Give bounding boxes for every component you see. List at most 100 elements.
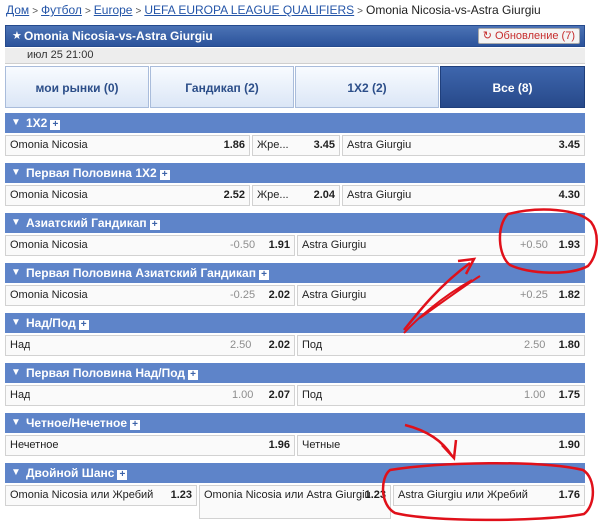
selection-name: Под (302, 389, 323, 401)
breadcrumb-separator: > (32, 6, 39, 17)
market-title: Первая Половина 1X2 (26, 166, 157, 180)
tab-1x2[interactable]: 1X2 (2) (295, 66, 439, 108)
odds-cell[interactable]: Omonia Nicosia -0.50 1.91 (5, 235, 295, 256)
selection-name: Astra Giurgiu (302, 289, 367, 301)
market-header-first-half-asian-handicap[interactable]: ▼ Первая Половина Азиатский Гандикап + (5, 263, 585, 283)
handicap-value: +0.25 (520, 289, 548, 301)
odds-value: 1.91 (268, 239, 290, 251)
odds-cell[interactable]: Omonia Nicosia -0.25 2.02 (5, 285, 295, 306)
selection-name: Astra Giurgiu (347, 189, 412, 201)
plus-icon[interactable]: + (159, 170, 170, 180)
plus-icon[interactable]: + (117, 470, 128, 480)
handicap-value: 1.00 (524, 389, 546, 401)
selection-name: Над (10, 339, 31, 351)
tab-my-markets[interactable]: мои рынки (0) (5, 66, 149, 108)
selection-name: Omonia Nicosia или Astra Giurgiu (204, 489, 371, 501)
market-title: Первая Половина Азиатский Гандикап (26, 266, 256, 280)
odds-value: 1.75 (558, 389, 580, 401)
selection-name: Под (302, 339, 323, 351)
market-title: Азиатский Гандикап (26, 216, 147, 230)
market-title: Двойной Шанс (26, 466, 115, 480)
odds-value: 2.04 (313, 189, 335, 201)
odds-value: 1.23 (170, 489, 192, 501)
selection-name: Omonia Nicosia (10, 189, 88, 201)
odds-cell[interactable]: Над 2.50 2.02 (5, 335, 295, 356)
odds-cell[interactable]: Omonia Nicosia или Жребий 1.23 (5, 485, 197, 506)
odds-cell[interactable]: Astra Giurgiu +0.25 1.82 (297, 285, 585, 306)
market-row: Над 1.00 2.07 Под 1.00 1.75 (5, 383, 585, 408)
breadcrumb-link-home[interactable]: Дом (6, 3, 29, 17)
selection-name: Omonia Nicosia (10, 139, 88, 151)
odds-cell[interactable]: Над 1.00 2.07 (5, 385, 295, 406)
market-header-double-chance[interactable]: ▼ Двойной Шанс + (5, 463, 585, 483)
market-tabs: мои рынки (0) Гандикап (2) 1X2 (2) Все (… (5, 66, 585, 108)
plus-icon[interactable]: + (130, 420, 141, 430)
market-title: Над/Под (26, 316, 76, 330)
odds-value: 4.30 (558, 189, 580, 201)
refresh-label: Обновление (7) (494, 30, 575, 42)
handicap-value: +0.50 (520, 239, 548, 251)
selection-name: Astra Giurgiu (347, 139, 412, 151)
odds-value: 2.02 (268, 289, 290, 301)
breadcrumb-link-europe[interactable]: Europe (94, 3, 133, 17)
plus-icon[interactable]: + (188, 370, 199, 380)
odds-value: 1.82 (558, 289, 580, 301)
odds-cell[interactable]: Под 1.00 1.75 (297, 385, 585, 406)
collapse-arrow-icon: ▼ (11, 417, 21, 428)
odds-cell[interactable]: Astra Giurgiu 4.30 (342, 185, 585, 206)
collapse-arrow-icon: ▼ (11, 167, 21, 178)
market-row: Над 2.50 2.02 Под 2.50 1.80 (5, 333, 585, 358)
market-header-odd-even[interactable]: ▼ Четное/Нечетное + (5, 413, 585, 433)
plus-icon[interactable]: + (78, 320, 89, 330)
odds-cell[interactable]: Omonia Nicosia 1.86 (5, 135, 250, 156)
market-header-1x2[interactable]: ▼ 1X2 + (5, 113, 585, 133)
plus-icon[interactable]: + (149, 220, 160, 230)
odds-cell[interactable]: Жре... 3.45 (252, 135, 340, 156)
odds-cell[interactable]: Под 2.50 1.80 (297, 335, 585, 356)
odds-value: 1.23 (364, 489, 386, 501)
collapse-arrow-icon: ▼ (11, 267, 21, 278)
selection-name: Omonia Nicosia или Жребий (10, 489, 154, 501)
odds-cell[interactable]: Omonia Nicosia 2.52 (5, 185, 250, 206)
odds-cell[interactable]: Astra Giurgiu +0.50 1.93 (297, 235, 585, 256)
handicap-value: 2.50 (230, 339, 252, 351)
market-row: Omonia Nicosia -0.25 2.02 Astra Giurgiu +0.… (5, 283, 585, 308)
selection-name: Над (10, 389, 31, 401)
market-header-first-half-1x2[interactable]: ▼ Первая Половина 1X2 + (5, 163, 585, 183)
tab-handicap[interactable]: Гандикап (2) (150, 66, 294, 108)
breadcrumb-link-league[interactable]: UEFA EUROPA LEAGUE QUALIFIERS (144, 3, 354, 17)
handicap-value: -0.25 (230, 289, 256, 301)
market-row: Omonia Nicosia 2.52 Жре... 2.04 Astra Giur… (5, 183, 585, 208)
odds-value: 2.02 (268, 339, 290, 351)
selection-name: Жре... (257, 189, 289, 201)
collapse-arrow-icon: ▼ (11, 117, 21, 128)
market-header-over-under[interactable]: ▼ Над/Под + (5, 313, 585, 333)
match-date: июл 25 21:00 (27, 49, 94, 61)
market-title: 1X2 (26, 116, 48, 130)
odds-cell[interactable]: Четные 1.90 (297, 435, 585, 456)
breadcrumb-link-football[interactable]: Футбол (41, 3, 82, 17)
breadcrumb-separator: > (135, 6, 142, 17)
odds-cell[interactable]: Astra Giurgiu 3.45 (342, 135, 585, 156)
odds-cell[interactable]: Astra Giurgiu или Жребий 1.76 (393, 485, 585, 506)
match-title: Omonia Nicosia-vs-Astra Giurgiu (24, 29, 213, 43)
tab-all[interactable]: Все (8) (440, 66, 585, 108)
refresh-button[interactable]: ↻ Обновление (7) (477, 28, 580, 44)
odds-value: 3.45 (558, 139, 580, 151)
odds-value: 1.96 (268, 439, 290, 451)
market-header-first-half-over-under[interactable]: ▼ Первая Половина Над/Под + (5, 363, 585, 383)
odds-cell[interactable]: Omonia Nicosia или Astra Giurgiu 1.23 (199, 485, 391, 519)
odds-value: 1.93 (558, 239, 580, 251)
star-icon[interactable]: ★ (12, 29, 22, 42)
market-header-asian-handicap[interactable]: ▼ Азиатский Гандикап + (5, 213, 585, 233)
market-row: Omonia Nicosia -0.50 1.91 Astra Giurgiu +0.… (5, 233, 585, 258)
plus-icon[interactable]: + (50, 120, 61, 130)
market-row: Omonia Nicosia или Жребий 1.23 Omonia Nic… (5, 483, 585, 523)
handicap-value: 2.50 (524, 339, 546, 351)
match-header: ★ Omonia Nicosia-vs-Astra Giurgiu ↻ Обно… (5, 25, 585, 47)
market-title: Первая Половина Над/Под (26, 366, 186, 380)
odds-value: 3.45 (313, 139, 335, 151)
odds-cell[interactable]: Жре... 2.04 (252, 185, 340, 206)
plus-icon[interactable]: + (258, 270, 269, 280)
odds-cell[interactable]: Нечетное 1.96 (5, 435, 295, 456)
